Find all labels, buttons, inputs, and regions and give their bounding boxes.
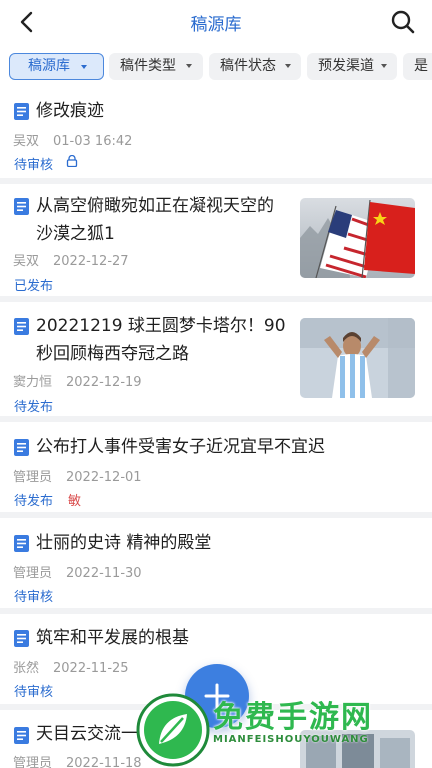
status-label: 待审核 [14,590,54,605]
item-date: 2022-11-25 [53,661,129,676]
item-author: 窦力恒 [13,375,53,390]
item-title: 修改痕迹 [36,101,104,121]
thumbnail-image [300,198,415,278]
thumbnail-image [300,318,415,398]
app-header: 稿源库 [0,0,432,46]
item-meta: 管理员 2022-11-18 [13,752,142,768]
caret-down-icon [81,65,87,69]
item-meta: 管理员 2022-11-30 [13,562,142,581]
status-label: 待发布 [14,494,54,509]
item-date: 2022-12-27 [53,254,129,269]
item-title: 从高空俯瞰宛如正在凝视天空的沙漠之狐1 [36,196,274,244]
item-date: 01-03 16:42 [53,134,133,149]
item-author: 吴双 [13,254,40,269]
item-meta: 窦力恒 2022-12-19 [13,371,142,390]
item-author: 管理员 [13,756,53,768]
item-date: 2022-11-18 [66,756,142,768]
item-date: 2022-11-30 [66,566,142,581]
sensitive-badge: 敏 [68,494,82,509]
caret-down-icon [186,64,192,68]
item-title: 筑牢和平发展的根基 [36,628,189,648]
filter-chip-label: 稿件类型 [120,58,176,74]
document-icon [14,103,29,120]
search-icon[interactable] [390,9,416,35]
flags-photo [300,198,415,278]
item-author: 管理员 [13,566,53,581]
filter-bar: 稿源库 稿件类型 稿件状态 预发渠道 是 [0,46,432,90]
list-item[interactable]: 20221219 球王圆梦卡塔尔！90秒回顾梅西夺冠之路 窦力恒 2022-12-… [0,302,432,416]
item-author: 张然 [13,661,40,676]
item-title: 公布打人事件受害女子近况宜早不宜迟 [36,437,325,457]
document-icon [14,630,29,647]
item-date: 2022-12-19 [66,375,142,390]
document-icon [14,535,29,552]
document-icon [14,439,29,456]
item-date: 2022-12-01 [66,470,142,485]
status-label: 待审核 [14,158,54,173]
item-author: 管理员 [13,470,53,485]
filter-chip-label: 稿源库 [28,58,70,74]
filter-chip-source-library[interactable]: 稿源库 [9,53,104,80]
list-item[interactable]: 壮丽的史诗 精神的殿堂 管理员 2022-11-30 待审核 [0,518,432,608]
item-title: 壮丽的史诗 精神的殿堂 [36,533,212,553]
item-meta: 吴双 2022-12-27 [13,250,129,269]
document-icon [14,198,29,215]
item-meta: 张然 2022-11-25 [13,657,129,676]
status-label: 已发布 [14,279,54,294]
item-meta: 吴双 01-03 16:42 [13,130,132,149]
filter-chip-label: 是 [414,58,428,74]
status-label: 待发布 [14,400,54,415]
watermark-text: 免费手游网 [213,700,373,735]
item-title: 20221219 球王圆梦卡塔尔！90秒回顾梅西夺冠之路 [36,316,286,364]
lock-icon [66,155,78,167]
list-item[interactable]: 从高空俯瞰宛如正在凝视天空的沙漠之狐1 吴双 2022-12-27 已发布 [0,184,432,296]
item-author: 吴双 [13,134,40,149]
filter-chip-channel[interactable]: 预发渠道 [307,53,397,80]
list-item[interactable]: 公布打人事件受害女子近况宜早不宜迟 管理员 2022-12-01 待发布 敏 [0,422,432,512]
watermark: 免费手游网 MIANFEISHOUYOUWANG [133,688,432,768]
watermark-logo-icon [136,693,210,767]
filter-chip-label: 稿件状态 [220,58,276,74]
filter-chip-type[interactable]: 稿件类型 [109,53,203,80]
document-icon [14,318,29,335]
filter-chip-label: 预发渠道 [318,58,374,74]
item-meta: 管理员 2022-12-01 [13,466,142,485]
filter-chip-status[interactable]: 稿件状态 [209,53,301,80]
document-icon [14,727,29,744]
caret-down-icon [381,64,387,68]
list-item[interactable]: 修改痕迹 吴双 01-03 16:42 待审核 [0,90,432,178]
status-label: 待审核 [14,685,54,700]
caret-down-icon [285,64,291,68]
page-title: 稿源库 [190,15,242,35]
watermark-subtext: MIANFEISHOUYOUWANG [213,734,369,745]
soccer-player-photo [300,318,415,398]
filter-chip-more[interactable]: 是 [403,53,432,80]
